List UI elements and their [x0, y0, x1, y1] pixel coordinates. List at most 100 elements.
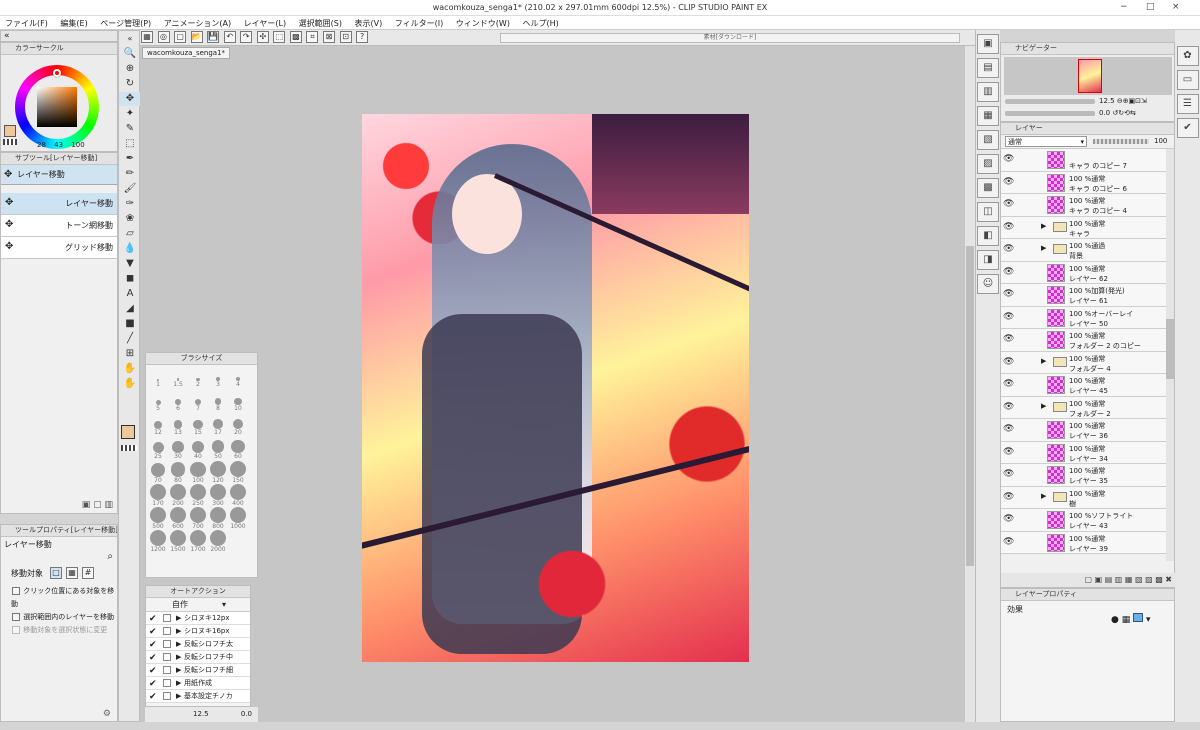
layer-row[interactable]: 👁 100 %通常 キャラ のコピー 6	[1001, 171, 1166, 194]
brush-size-cell[interactable]: 30	[168, 437, 188, 460]
brush-size-cell[interactable]: 170	[148, 483, 168, 507]
eye-icon[interactable]: 👁	[1003, 199, 1014, 209]
auto-action-item[interactable]: ✔ ▶ 反転シロフチ細	[146, 664, 250, 677]
check-icon[interactable]: ✔	[149, 652, 157, 664]
brush-size-cell[interactable]: 800	[208, 506, 228, 530]
brush-size-cell[interactable]: 25	[148, 437, 168, 460]
checkbox[interactable]	[163, 692, 171, 700]
fill-selection-icon[interactable]: ▩	[289, 31, 302, 43]
material-icon[interactable]: ▧	[977, 130, 999, 150]
layer-row[interactable]: 👁 キャラ のコピー 7	[1001, 149, 1166, 172]
layer-row[interactable]: 👁 100 %加算(発光) レイヤー 61	[1001, 284, 1166, 307]
expand-icon[interactable]: ▶	[176, 625, 181, 637]
expand-icon[interactable]: ▶	[1041, 222, 1046, 230]
line-tool-icon[interactable]: ╱	[119, 332, 141, 346]
artwork[interactable]	[362, 114, 749, 662]
layer-folder-row[interactable]: 👁 ▶ 100 %通常 フォルダー 2	[1001, 396, 1166, 419]
vertical-scrollbar[interactable]	[965, 46, 975, 722]
brush-size-cell[interactable]: 7	[188, 391, 208, 414]
correct-line-tool-icon[interactable]: ✋	[119, 362, 141, 376]
settings-icon[interactable]: ⚙	[103, 709, 111, 719]
eye-icon[interactable]: 👁	[1003, 514, 1014, 524]
brush-size-cell[interactable]: 120	[208, 460, 228, 484]
eye-icon[interactable]: 👁	[1003, 492, 1014, 502]
eraser-tool-icon[interactable]: ▱	[119, 227, 141, 241]
option-click-position[interactable]: クリック位置にある対象を移動	[11, 585, 117, 611]
ruler-icon[interactable]: ⊠	[323, 31, 336, 43]
sub-tool-layer-move[interactable]: ✥ レイヤー移動	[1, 193, 117, 215]
search-icon[interactable]: ⌕	[107, 551, 113, 562]
menu-window[interactable]: ウィンドウ(W)	[451, 16, 515, 31]
layer-folder-row[interactable]: 👁 ▶ 100 %通過 背景	[1001, 239, 1166, 262]
sub-tool-actions[interactable]: ▣ ▢ ▥	[82, 500, 113, 510]
brush-size-cell[interactable]: 1200	[148, 529, 168, 553]
eye-icon[interactable]: 👁	[1003, 222, 1014, 232]
zoom-slider[interactable]	[1005, 99, 1095, 104]
auto-action-item[interactable]: ✔ ▶ 用紙作成	[146, 677, 250, 690]
layer-row[interactable]: 👁 100 %通常 レイヤー 35	[1001, 464, 1166, 487]
menu-edit[interactable]: 編集(E)	[55, 16, 92, 31]
color-history-icon[interactable]: ✔	[1176, 118, 1199, 138]
material-palette-bar[interactable]: 素材[ダウンロード]	[500, 33, 960, 43]
eye-icon[interactable]: 👁	[1003, 469, 1014, 479]
blend-tool-icon[interactable]: 💧	[119, 242, 141, 256]
checkbox[interactable]	[12, 613, 20, 621]
eye-icon[interactable]: 👁	[1003, 312, 1014, 322]
brush-size-cell[interactable]: 1500	[168, 529, 188, 553]
menu-help[interactable]: ヘルプ(H)	[518, 16, 564, 31]
operation-tool-icon[interactable]: ✦	[119, 107, 141, 121]
transparent-color-icon[interactable]	[3, 139, 17, 145]
crop-icon[interactable]: ⌗	[306, 31, 319, 43]
color-circle-tab[interactable]: カラーサークル	[1, 43, 117, 55]
navigator-tab[interactable]: ナビゲーター	[1001, 43, 1174, 55]
maximize-button[interactable]: □	[1146, 2, 1155, 12]
eye-icon[interactable]: 👁	[1003, 424, 1014, 434]
menu-filter[interactable]: フィルター(I)	[390, 16, 448, 31]
eye-icon[interactable]: 👁	[1003, 379, 1014, 389]
layers-icon[interactable]: ☰	[1176, 94, 1199, 114]
layer-tab[interactable]: レイヤー	[1001, 123, 1174, 135]
layer-property-tab[interactable]: レイヤープロパティ	[1001, 589, 1174, 601]
brush-size-cell[interactable]: 12	[148, 414, 168, 437]
rotate-tool-icon[interactable]: ↻	[119, 77, 141, 91]
sub-view-icon[interactable]: ✿	[1176, 46, 1199, 66]
selection-tool-icon[interactable]: ⬚	[119, 137, 141, 151]
save-icon[interactable]: 💾	[207, 31, 220, 43]
auto-action-item[interactable]: ✔ ▶ シロヌキ12px	[146, 612, 250, 625]
airbrush-tool-icon[interactable]: ✑	[119, 197, 141, 211]
balloon-tool-icon[interactable]: ◢	[119, 302, 141, 316]
brush-size-cell[interactable]: 80	[168, 460, 188, 484]
check-icon[interactable]: ✔	[149, 626, 157, 638]
opacity-value[interactable]: 100	[1154, 137, 1167, 145]
check-icon[interactable]: ✔	[149, 613, 157, 625]
auto-action-item[interactable]: ✔ ▶ 反転シロフチ中	[146, 651, 250, 664]
menu-selection[interactable]: 選択範囲(S)	[294, 16, 347, 31]
material-icon[interactable]: ▨	[977, 154, 999, 174]
brush-size-cell[interactable]: 150	[228, 460, 248, 484]
brush-size-cell[interactable]: 15	[188, 414, 208, 437]
layer-row[interactable]: 👁 100 %ソフトライト レイヤー 43	[1001, 509, 1166, 532]
pen-tool-icon[interactable]: ✒	[119, 152, 141, 166]
eye-icon[interactable]: 👁	[1003, 289, 1014, 299]
layer-row[interactable]: 👁 100 %通常 レイヤー 36	[1001, 419, 1166, 442]
layer-row[interactable]: 👁 100 %通常 フォルダー 2 のコピー	[1001, 329, 1166, 352]
checkbox[interactable]	[163, 614, 171, 622]
tool-property-tab[interactable]: ツールプロパティ[レイヤー移動]	[1, 525, 117, 537]
layer-row[interactable]: 👁 100 %通常 レイヤー 34	[1001, 441, 1166, 464]
expand-icon[interactable]: ▶	[1041, 357, 1046, 365]
eye-icon[interactable]: 👁	[1003, 402, 1014, 412]
brush-size-cell[interactable]: 60	[228, 437, 248, 460]
fill-tool-icon[interactable]: ▼	[119, 257, 141, 271]
eye-icon[interactable]: 👁	[1003, 244, 1014, 254]
layer-actions[interactable]: ▢ ▣ ▤ ▥ ▦ ▧ ▨ ▩ ✖	[1001, 573, 1176, 587]
open-icon[interactable]: 📂	[190, 31, 203, 43]
checkbox[interactable]	[163, 627, 171, 635]
material-icon[interactable]: ▩	[977, 178, 999, 198]
expand-icon[interactable]: ▶	[1041, 402, 1046, 410]
menu-animation[interactable]: アニメーション(A)	[159, 16, 236, 31]
material-icon[interactable]: ◫	[977, 202, 999, 222]
eye-icon[interactable]: 👁	[1003, 334, 1014, 344]
layer-scrollbar[interactable]	[1166, 149, 1174, 561]
auto-action-item[interactable]: ✔ ▶ シロヌキ16px	[146, 625, 250, 638]
sub-tool-tab[interactable]: サブツール[レイヤー移動]	[1, 153, 117, 165]
